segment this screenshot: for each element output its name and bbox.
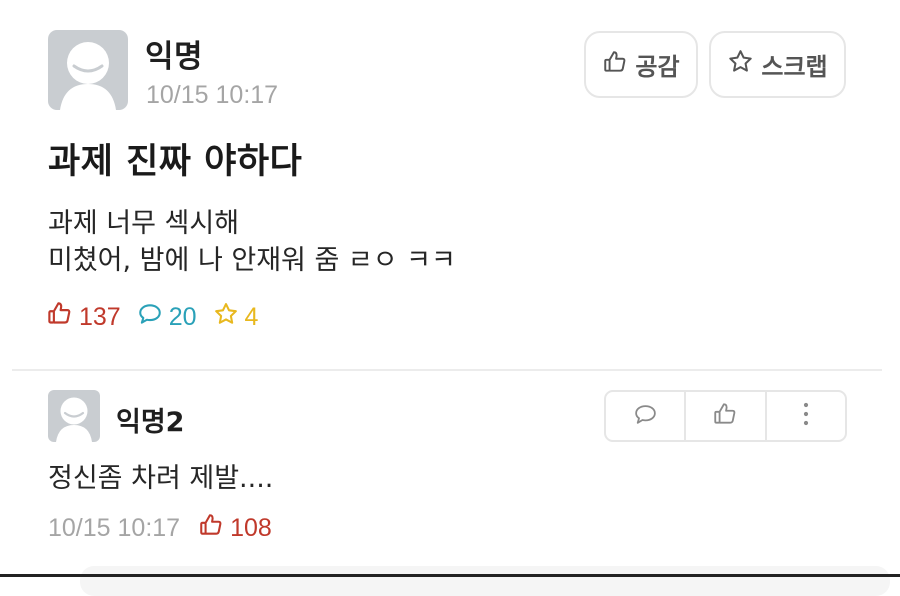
divider	[12, 369, 882, 371]
scrap-button-label: 스크랩	[761, 53, 828, 81]
reply-button[interactable]	[606, 392, 687, 440]
comment-action-bar	[604, 390, 847, 442]
post-body-line: 과제 너무 섹시해	[48, 208, 240, 239]
comment-text: 정신좀 차려 제발....	[48, 463, 274, 494]
like-button-label: 공감	[635, 53, 680, 81]
comment-like-count: 108	[198, 512, 272, 545]
post-stats: 137 20 4	[46, 300, 274, 334]
star-icon	[727, 48, 754, 81]
comment-author: 익명2	[116, 407, 185, 438]
comment-like-button[interactable]	[686, 392, 767, 440]
next-comment-card-edge	[80, 566, 890, 596]
like-count: 137	[46, 300, 121, 334]
speech-bubble-icon	[137, 301, 163, 334]
post-body-line: 미쳤어, 밤에 나 안재워 줌 ㄹㅇ ㅋㅋ	[48, 245, 456, 276]
post-body: 과제 너무 섹시해 미쳤어, 밤에 나 안재워 줌 ㄹㅇ ㅋㅋ	[48, 205, 456, 279]
scrap-count: 4	[213, 301, 259, 334]
post-timestamp: 10/15 10:17	[146, 81, 279, 109]
avatar-default-icon	[48, 30, 128, 110]
more-options-button[interactable]	[767, 392, 845, 440]
thumbs-up-icon	[198, 512, 224, 545]
post-author: 익명	[145, 39, 204, 75]
thumbs-up-icon	[712, 401, 738, 431]
avatar-default-icon	[48, 390, 100, 442]
scrap-button[interactable]: 스크랩	[709, 31, 846, 98]
comment-count-value: 20	[168, 302, 197, 331]
comment-meta: 10/15 10:17 108	[48, 512, 272, 545]
scrap-count-value: 4	[244, 302, 259, 331]
thumbs-up-icon	[46, 300, 73, 334]
comment-count: 20	[137, 301, 197, 334]
star-icon	[213, 301, 239, 334]
speech-bubble-icon	[633, 402, 658, 431]
post-title: 과제 진짜 야하다	[48, 142, 303, 182]
vertical-dots-icon	[802, 401, 810, 431]
like-button[interactable]: 공감	[584, 31, 698, 98]
comment-timestamp: 10/15 10:17	[48, 514, 181, 542]
thumbs-up-icon	[602, 49, 628, 81]
like-count-value: 137	[79, 302, 121, 331]
comment-like-count-value: 108	[230, 514, 272, 542]
